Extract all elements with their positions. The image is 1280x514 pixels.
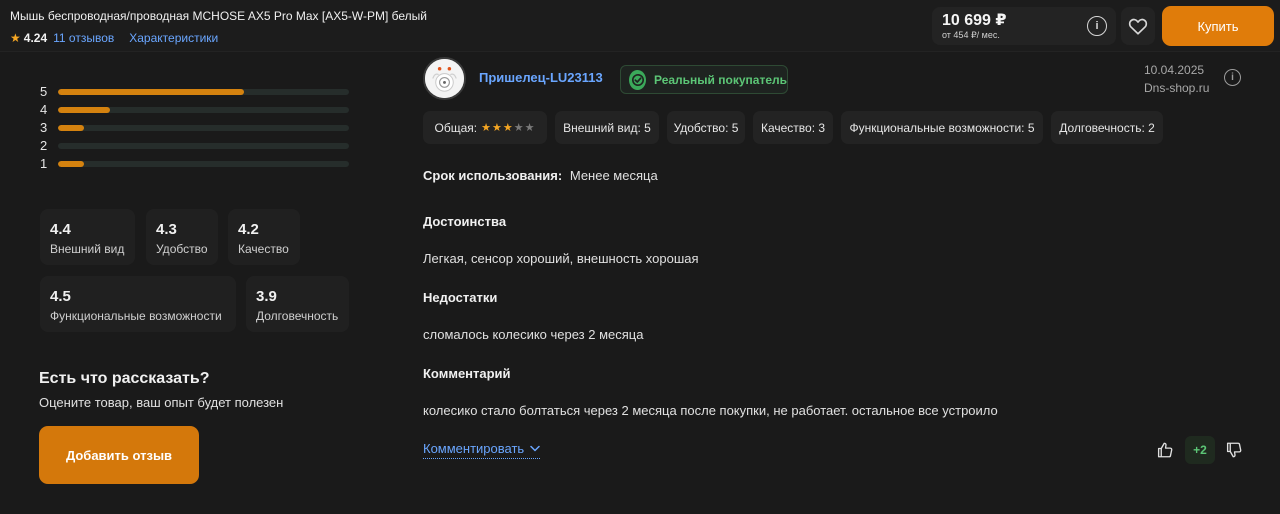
info-icon[interactable]: i bbox=[1087, 16, 1107, 36]
pros-title: Достоинства bbox=[423, 214, 507, 229]
rating-bar-fill bbox=[58, 161, 85, 167]
alien-avatar-icon bbox=[425, 59, 464, 98]
rating-bar-fill bbox=[58, 125, 85, 131]
chip-comfort: Удобство: 5 bbox=[667, 111, 745, 144]
chip-quality: Качество: 3 bbox=[753, 111, 833, 144]
score-value: 4.5 bbox=[50, 288, 71, 305]
product-header: Мышь беспроводная/проводная MCHOSE AX5 P… bbox=[0, 0, 1280, 52]
chip-durability: Долговечность: 2 bbox=[1051, 111, 1163, 144]
monthly-price: от 454 ₽/ мес. bbox=[942, 30, 1000, 40]
score-card-functionality: 4.5 Функциональные возможности bbox=[40, 276, 236, 332]
pros-text: Легкая, сенсор хороший, внешность хороша… bbox=[423, 251, 699, 266]
rating-bar-row[interactable]: 3 bbox=[40, 120, 352, 135]
score-card-quality: 4.2 Качество bbox=[228, 209, 300, 265]
chip-functionality: Функциональные возможности: 5 bbox=[841, 111, 1043, 144]
rating-bar-label: 5 bbox=[40, 84, 48, 99]
rating-bar-fill bbox=[58, 107, 111, 113]
rating-bar-row[interactable]: 1 bbox=[40, 156, 352, 171]
rating-bar-track bbox=[58, 143, 349, 149]
review-source: Dns-shop.ru bbox=[1144, 81, 1210, 95]
rating-bar-fill bbox=[58, 89, 245, 95]
score-value: 4.2 bbox=[238, 221, 259, 238]
rating-bar-row[interactable]: 5 bbox=[40, 84, 352, 99]
score-value: 3.9 bbox=[256, 288, 277, 305]
comment-button[interactable]: Комментировать bbox=[423, 441, 541, 459]
verified-check-icon bbox=[629, 69, 646, 90]
info-icon[interactable]: i bbox=[1224, 69, 1241, 86]
product-meta: ★ 4.24 11 отзывов Характеристики bbox=[10, 31, 233, 45]
chip-label: Долговечность: 2 bbox=[1059, 120, 1155, 135]
star-icon: ★ bbox=[10, 31, 21, 45]
dislike-button[interactable] bbox=[1224, 440, 1244, 460]
score-value: 4.4 bbox=[50, 221, 71, 238]
product-rating: 4.24 bbox=[23, 31, 48, 45]
rating-bar-label: 3 bbox=[40, 120, 48, 135]
chip-overall: Общая: ★★★★★ bbox=[423, 111, 547, 144]
verified-buyer-label: Реальный покупатель bbox=[654, 72, 787, 87]
star-filled-icon: ★ bbox=[481, 122, 492, 134]
rating-bar-row[interactable]: 4 bbox=[40, 102, 352, 117]
like-button[interactable] bbox=[1155, 440, 1175, 460]
buy-button[interactable]: Купить bbox=[1162, 6, 1274, 46]
review-date: 10.04.2025 bbox=[1144, 63, 1205, 77]
thumbs-down-icon bbox=[1226, 442, 1242, 458]
vote-count: +2 bbox=[1185, 436, 1215, 464]
score-label: Функциональные возможности bbox=[50, 309, 222, 323]
score-label: Удобство bbox=[156, 242, 208, 256]
heart-icon bbox=[1128, 18, 1148, 35]
cons-text: сломалось колесико через 2 месяца bbox=[423, 327, 644, 342]
cons-title: Недостатки bbox=[423, 290, 498, 305]
score-card-comfort: 4.3 Удобство bbox=[146, 209, 218, 265]
chip-label: Общая: bbox=[434, 120, 478, 135]
star-rating-icon: ★★★★★ bbox=[481, 121, 535, 134]
usage-label: Срок использования: bbox=[423, 168, 563, 183]
avatar[interactable] bbox=[423, 57, 466, 100]
chip-label: Функциональные возможности: 5 bbox=[849, 120, 1035, 135]
thumbs-up-icon bbox=[1157, 442, 1173, 458]
review-author[interactable]: Пришелец-LU23113 bbox=[479, 70, 603, 85]
favorite-button[interactable] bbox=[1121, 7, 1155, 45]
rating-bar-track bbox=[58, 161, 349, 167]
score-card-appearance: 4.4 Внешний вид bbox=[40, 209, 135, 265]
cta-title: Есть что рассказать? bbox=[39, 370, 210, 387]
rating-bar-track bbox=[58, 89, 349, 95]
score-label: Качество bbox=[238, 242, 289, 256]
comment-button-label: Комментировать bbox=[423, 441, 525, 456]
usage-period: Срок использования: Менее месяца bbox=[423, 168, 658, 183]
chip-appearance: Внешний вид: 5 bbox=[555, 111, 659, 144]
cta-text: Оцените товар, ваш опыт будет полезен bbox=[39, 395, 284, 410]
rating-bar-row[interactable]: 2 bbox=[40, 138, 352, 153]
add-review-button[interactable]: Добавить отзыв bbox=[39, 426, 199, 484]
rating-bar-label: 2 bbox=[40, 138, 48, 153]
chevron-down-icon bbox=[530, 445, 540, 452]
score-label: Внешний вид bbox=[50, 242, 125, 256]
star-filled-icon: ★ bbox=[502, 122, 514, 134]
verified-buyer-badge: Реальный покупатель bbox=[620, 65, 788, 94]
reviews-link[interactable]: 11 отзывов bbox=[53, 31, 114, 45]
score-value: 4.3 bbox=[156, 221, 177, 238]
score-label: Долговечность bbox=[256, 309, 339, 323]
score-card-durability: 3.9 Долговечность bbox=[246, 276, 349, 332]
star-empty-icon: ★ bbox=[513, 122, 525, 134]
rating-bar-track bbox=[58, 107, 349, 113]
rating-bar-label: 1 bbox=[40, 156, 48, 171]
chip-label: Качество: 3 bbox=[760, 120, 826, 135]
chip-label: Внешний вид: 5 bbox=[563, 120, 651, 135]
comment-title: Комментарий bbox=[423, 366, 511, 381]
usage-value: Менее месяца bbox=[569, 168, 658, 183]
rating-bar-track bbox=[58, 125, 349, 131]
specs-link[interactable]: Характеристики bbox=[129, 31, 218, 45]
chip-label: Удобство: 5 bbox=[673, 120, 739, 135]
price-box: 10 699 ₽ от 454 ₽/ мес. i bbox=[932, 7, 1116, 45]
star-filled-icon: ★ bbox=[491, 122, 503, 134]
product-title: Мышь беспроводная/проводная MCHOSE AX5 P… bbox=[10, 9, 428, 23]
star-empty-icon: ★ bbox=[524, 122, 536, 134]
comment-text: колесико стало болтаться через 2 месяца … bbox=[423, 403, 998, 418]
price: 10 699 ₽ bbox=[942, 12, 1007, 29]
rating-bar-label: 4 bbox=[40, 102, 48, 117]
